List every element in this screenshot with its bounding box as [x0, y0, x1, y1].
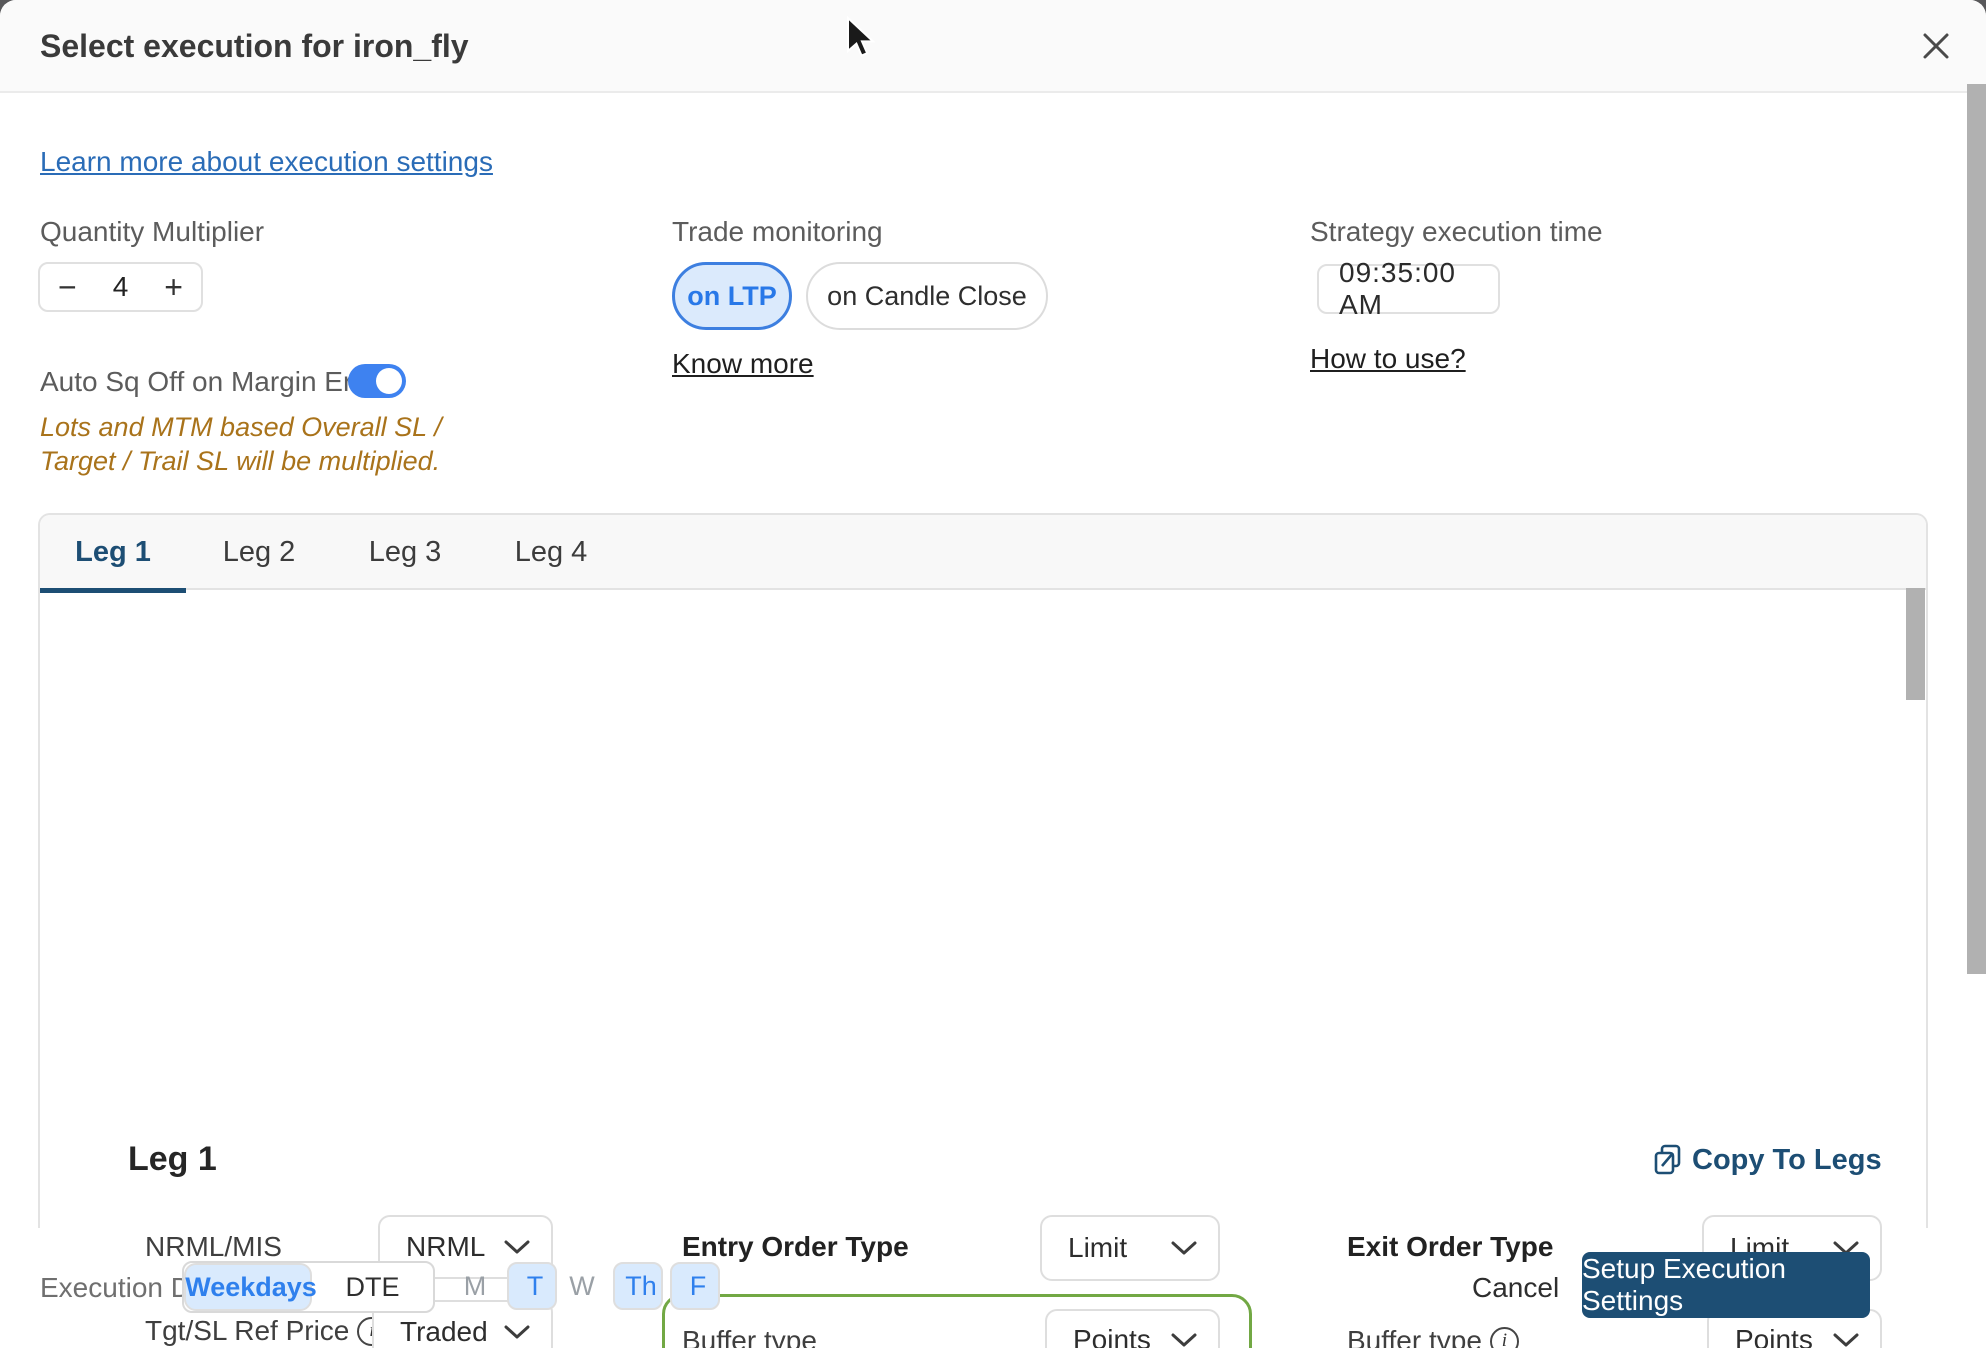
auto-sq-off-label: Auto Sq Off on Margin Error	[40, 366, 387, 397]
increment-button[interactable]: +	[164, 271, 183, 303]
info-icon[interactable]: i	[1489, 1326, 1519, 1348]
chevron-down-icon	[1171, 1241, 1197, 1255]
panel-scrollbar[interactable]	[1906, 588, 1925, 700]
leg-panel: Leg 1 Leg 2 Leg 3 Leg 4 Leg 1 Copy To Le…	[38, 513, 1928, 1348]
entry-order-type-value: Limit	[1068, 1232, 1128, 1263]
entry-buffer-type-select[interactable]: Points	[1045, 1309, 1220, 1348]
mouse-cursor	[847, 16, 876, 57]
auto-sq-off-toggle[interactable]	[348, 364, 406, 398]
tab-leg-1[interactable]: Leg 1	[40, 515, 186, 590]
close-button[interactable]	[1912, 22, 1960, 70]
tab-leg-3[interactable]: Leg 3	[332, 515, 478, 590]
entry-buffer-type-label: Buffer type	[682, 1325, 817, 1348]
decrement-button[interactable]: −	[58, 271, 77, 303]
on-ltp-pill[interactable]: on LTP	[672, 262, 792, 330]
window-scrollbar[interactable]	[1967, 84, 1986, 974]
cancel-button[interactable]: Cancel	[1472, 1272, 1559, 1304]
day-chip-tuesday[interactable]: T	[507, 1262, 557, 1310]
how-to-use-link[interactable]: How to use?	[1310, 343, 1466, 375]
know-more-link[interactable]: Know more	[672, 348, 814, 380]
tab-leg-2[interactable]: Leg 2	[186, 515, 332, 590]
day-chip-friday[interactable]: F	[670, 1262, 720, 1310]
entry-order-type-select[interactable]: Limit	[1040, 1215, 1220, 1281]
toggle-knob	[376, 368, 402, 394]
day-chip-wednesday[interactable]: W	[560, 1262, 604, 1310]
quantity-value: 4	[112, 271, 129, 302]
modal-title: Select execution for iron_fly	[40, 28, 469, 64]
setup-execution-settings-button[interactable]: Setup Execution Settings	[1582, 1252, 1870, 1318]
tgt-sl-ref-value: Traded	[400, 1316, 488, 1347]
dte-option[interactable]: DTE	[312, 1263, 433, 1311]
leg-heading: Leg 1	[128, 1140, 217, 1178]
exit-order-type-label: Exit Order Type	[1347, 1231, 1554, 1262]
tgt-sl-ref-label-text: Tgt/SL Ref Price	[145, 1315, 350, 1346]
on-candle-close-pill[interactable]: on Candle Close	[806, 262, 1048, 330]
execution-settings-modal: Select execution for iron_fly Learn more…	[0, 0, 1986, 1348]
learn-more-link[interactable]: Learn more about execution settings	[40, 146, 493, 178]
execution-days-mode-toggle: Weekdays DTE	[182, 1261, 435, 1313]
nrml-mis-value: NRML	[406, 1231, 486, 1262]
chevron-down-icon	[1833, 1333, 1859, 1347]
entry-order-type-label: Entry Order Type	[682, 1231, 909, 1262]
quantity-multiplier-label: Quantity Multiplier	[40, 216, 265, 247]
copy-icon	[1654, 1144, 1681, 1175]
strategy-time-label: Strategy execution time	[1310, 216, 1603, 247]
copy-to-legs-button[interactable]: Copy To Legs	[1652, 1143, 1882, 1177]
chevron-down-icon	[1171, 1333, 1197, 1347]
strategy-time-input[interactable]: 09:35:00 AM	[1317, 257, 1500, 320]
exit-buffer-type-label-text: Buffer type	[1347, 1325, 1482, 1348]
quantity-stepper[interactable]: − 4 +	[38, 262, 203, 312]
active-tab-underline	[40, 588, 186, 593]
day-chip-monday[interactable]: M	[455, 1262, 495, 1310]
close-icon	[1923, 33, 1949, 59]
chevron-down-icon	[504, 1325, 530, 1339]
exit-buffer-type-value: Points	[1735, 1324, 1813, 1348]
exit-buffer-type-label: Buffer type i	[1347, 1325, 1519, 1348]
leg-tabbar: Leg 1 Leg 2 Leg 3 Leg 4	[40, 515, 1926, 593]
tab-leg-4[interactable]: Leg 4	[478, 515, 624, 590]
chevron-down-icon	[504, 1240, 530, 1254]
trade-monitoring-label: Trade monitoring	[672, 216, 883, 247]
tgt-sl-ref-label: Tgt/SL Ref Price i	[145, 1315, 387, 1347]
multiplier-warning-line1: Lots and MTM based Overall SL /	[40, 412, 442, 442]
multiplier-warning-line2: Target / Trail SL will be multiplied.	[40, 446, 441, 476]
weekdays-option[interactable]: Weekdays	[184, 1263, 317, 1311]
nrml-mis-label: NRML/MIS	[145, 1231, 282, 1262]
copy-to-legs-label: Copy To Legs	[1692, 1143, 1882, 1176]
day-chip-thursday[interactable]: Th	[613, 1262, 663, 1310]
entry-buffer-type-value: Points	[1073, 1324, 1151, 1348]
